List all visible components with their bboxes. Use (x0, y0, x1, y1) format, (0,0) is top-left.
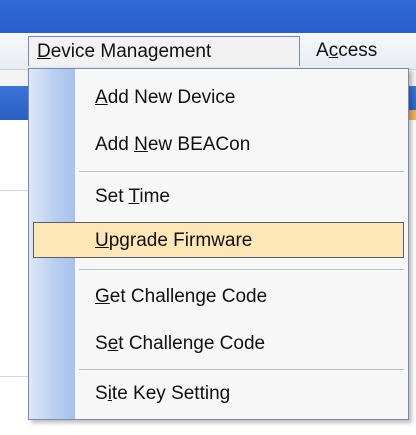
menu-separator (79, 171, 404, 173)
menu-item-add-new-beacon[interactable]: Add New BEACon (33, 127, 404, 163)
menu-access[interactable]: Access (308, 36, 385, 66)
menu-label-rest: cess (338, 40, 378, 61)
menu-label: evice Management (50, 41, 212, 62)
device-management-dropdown: Add New Device Add New BEACon Set Time U… (28, 68, 409, 420)
menu-bar: Device Management Access (0, 33, 416, 70)
menu-separator (79, 369, 404, 371)
menu-item-label: Set Challenge Code (95, 333, 266, 354)
menu-item-upgrade-firmware[interactable]: Upgrade Firmware (33, 222, 404, 258)
menu-item-label: Add New BEACon (95, 134, 251, 155)
mnemonic: D (37, 41, 51, 62)
menu-item-label: Get Challenge Code (95, 286, 268, 307)
mnemonic: c (328, 40, 339, 61)
menu-item-label: Add New Device (95, 87, 236, 108)
menu-item-add-new-device[interactable]: Add New Device (33, 80, 404, 116)
menu-label-start: A (316, 40, 329, 61)
menu-separator (79, 269, 404, 271)
menu-device-management[interactable]: Device Management (28, 36, 300, 66)
menu-item-set-time[interactable]: Set Time (33, 179, 404, 215)
menu-item-site-key-setting[interactable]: Site Key Setting (33, 376, 404, 412)
menu-item-label: Upgrade Firmware (95, 230, 253, 251)
menu-item-label: Set Time (95, 186, 170, 207)
menu-item-get-challenge-code[interactable]: Get Challenge Code (33, 279, 404, 315)
menu-item-set-challenge-code[interactable]: Set Challenge Code (33, 326, 404, 362)
window-title-bar (0, 0, 416, 33)
menu-item-label: Site Key Setting (95, 383, 231, 404)
